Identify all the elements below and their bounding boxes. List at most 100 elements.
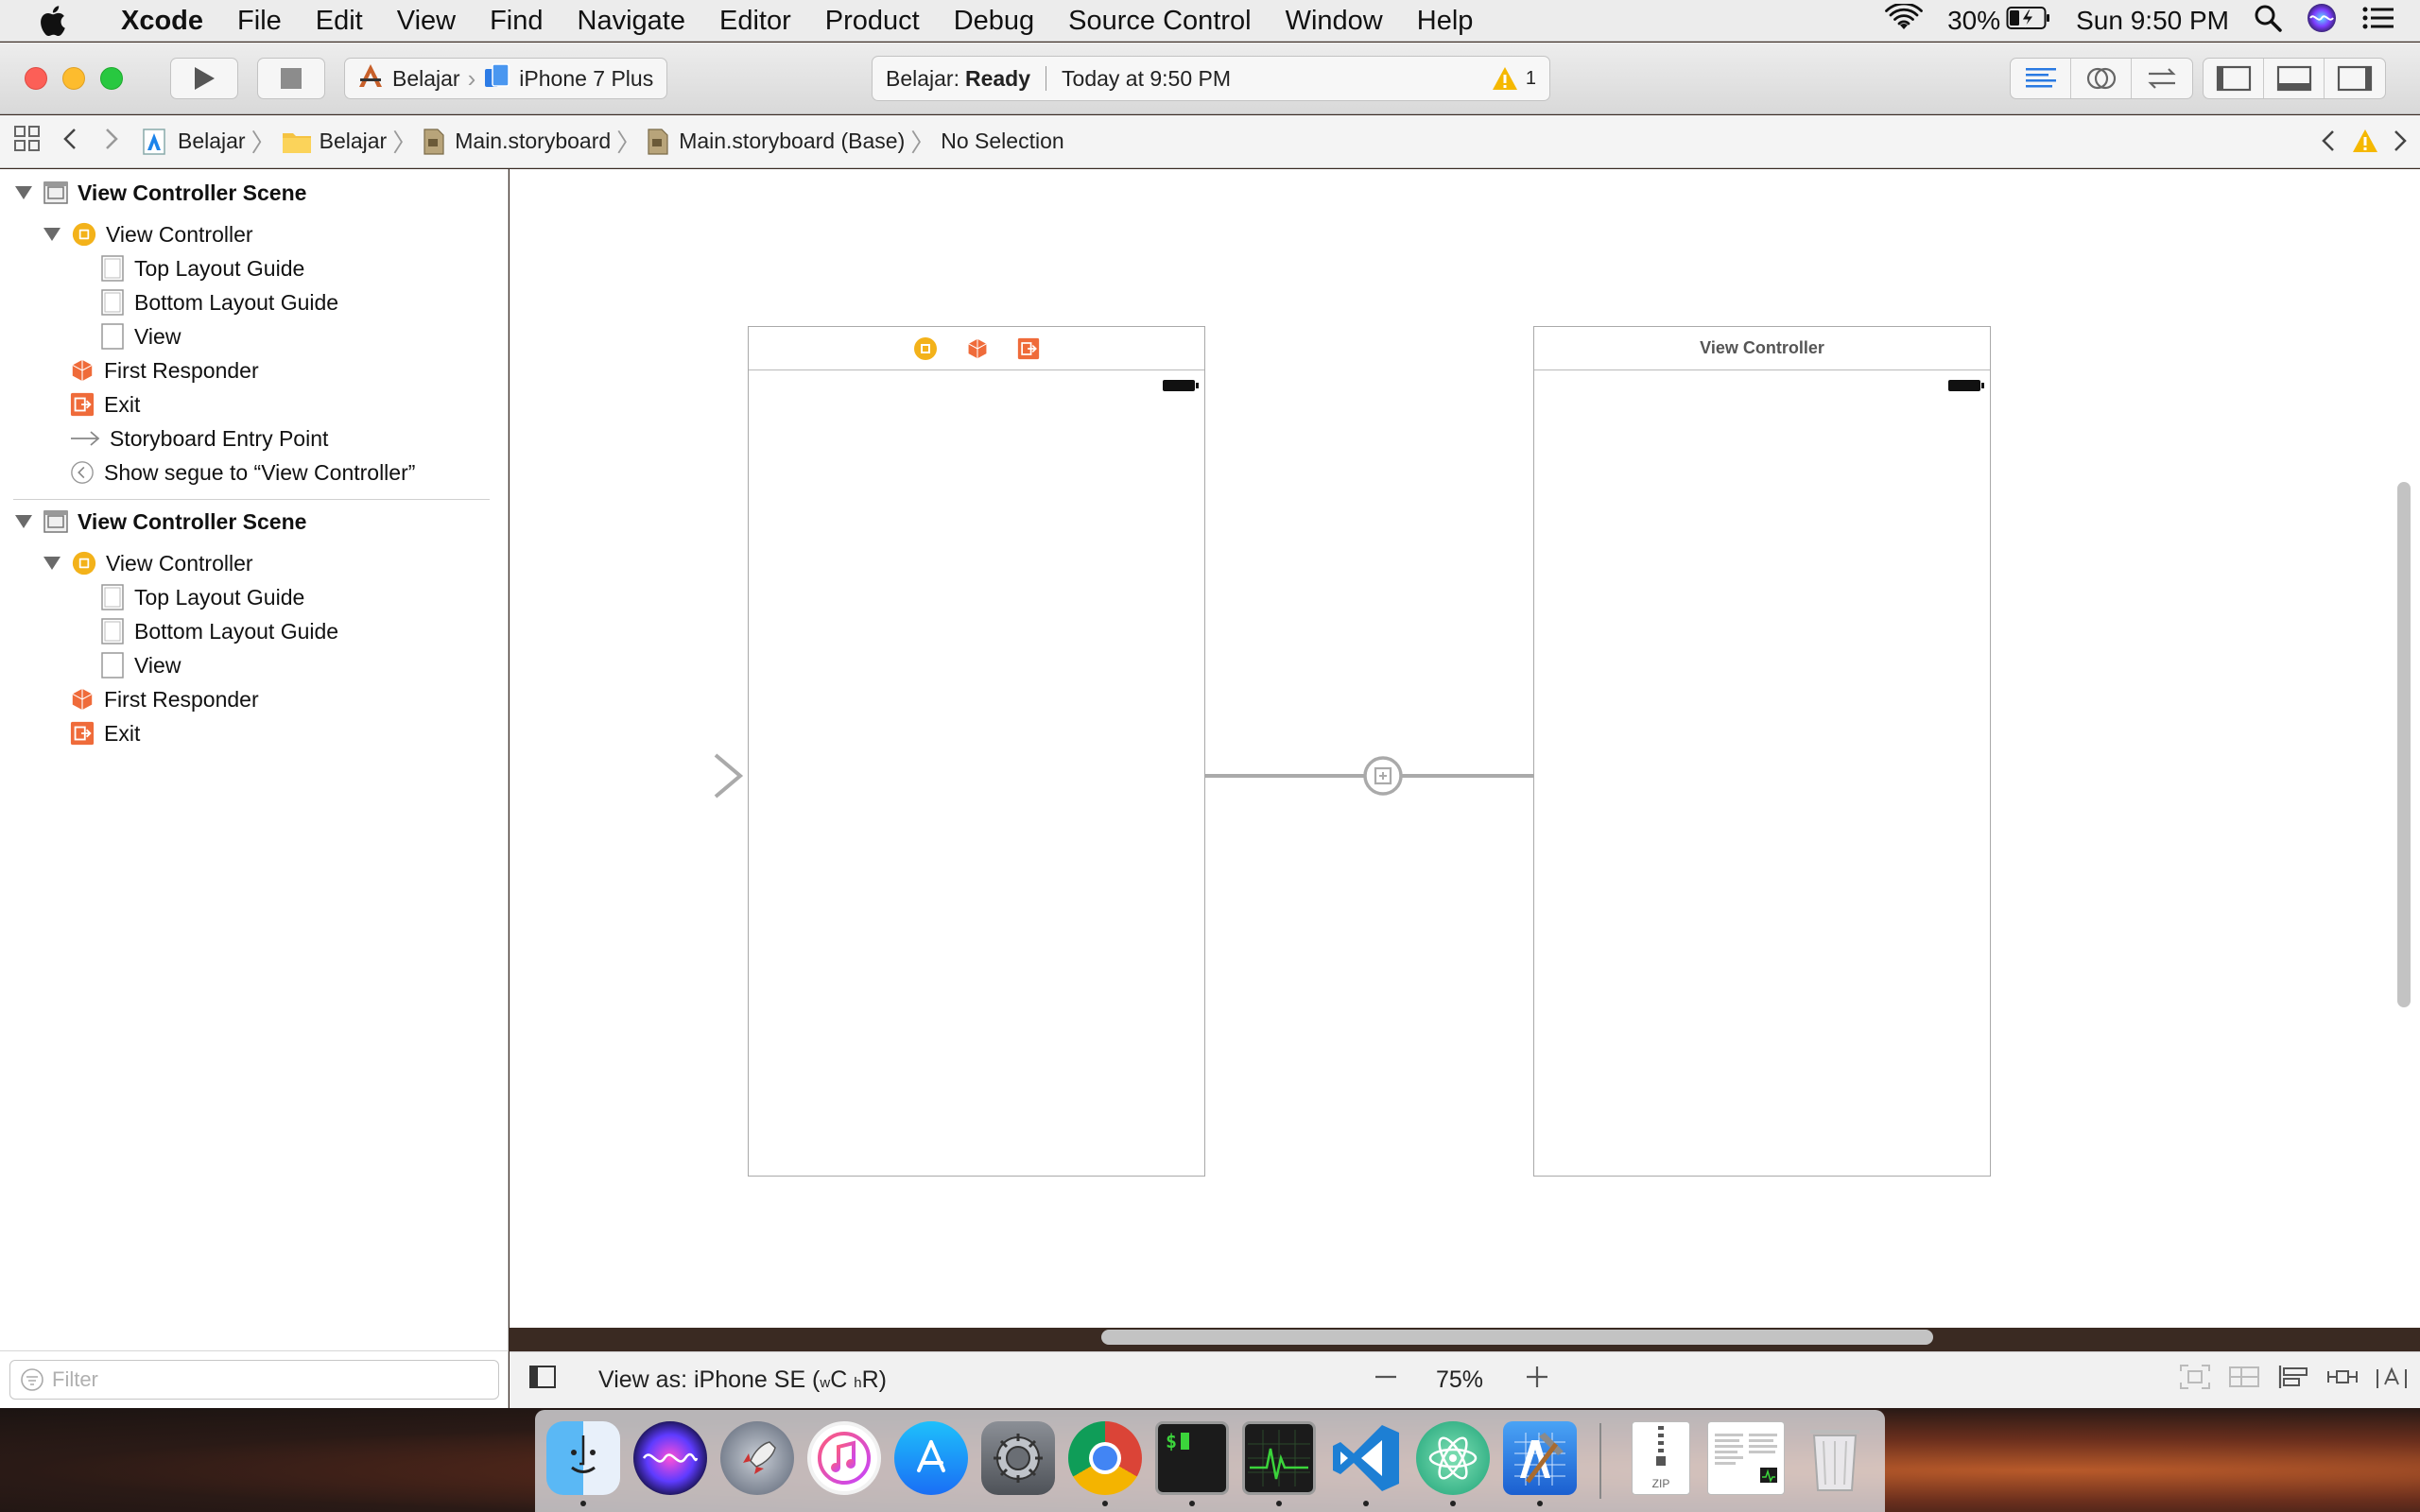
close-window-button[interactable] xyxy=(25,67,47,90)
view-controller-icon xyxy=(914,336,937,360)
outline-view-row[interactable]: View xyxy=(100,649,181,681)
archive-icon[interactable]: ZIP xyxy=(1632,1421,1690,1495)
pin-constraints-icon[interactable] xyxy=(2326,1364,2359,1397)
vscode-icon[interactable] xyxy=(1329,1421,1403,1495)
outline-entry-point-label: Storyboard Entry Point xyxy=(110,425,329,451)
disclosure-triangle-icon[interactable] xyxy=(43,228,60,241)
scene-icon xyxy=(43,509,68,534)
resolve-layout-issues-icon[interactable] xyxy=(2376,1364,2408,1397)
menu-view[interactable]: View xyxy=(380,0,473,42)
menu-file[interactable]: File xyxy=(220,0,299,42)
next-issue-arrow-icon[interactable] xyxy=(2392,129,2409,159)
warning-indicator[interactable]: 1 xyxy=(1492,66,1536,91)
vertical-scrollbar[interactable] xyxy=(2397,482,2411,1007)
disclosure-triangle-icon[interactable] xyxy=(43,557,60,570)
align-icon[interactable] xyxy=(2277,1364,2309,1397)
outline-entry-point-row[interactable]: Storyboard Entry Point xyxy=(70,422,328,455)
toggle-navigator-button[interactable] xyxy=(2204,59,2264,98)
horizontal-scrollbar[interactable] xyxy=(1101,1330,1933,1345)
previous-issue-arrow-icon[interactable] xyxy=(2320,129,2337,159)
apple-menu-icon[interactable] xyxy=(0,0,104,42)
menu-editor[interactable]: Editor xyxy=(702,0,808,42)
run-button[interactable] xyxy=(170,58,238,99)
standard-editor-button[interactable] xyxy=(2011,59,2071,98)
battery-charging-icon[interactable] xyxy=(2006,6,2051,36)
issue-warning-icon[interactable] xyxy=(2352,129,2378,159)
finder-icon[interactable] xyxy=(546,1421,620,1495)
related-items-grid-icon[interactable] xyxy=(13,125,42,159)
view-toggle-segmented-control xyxy=(2203,58,2386,99)
system-preferences-icon[interactable] xyxy=(981,1421,1055,1495)
siri-icon[interactable] xyxy=(633,1421,707,1495)
breadcrumb-storyboard-base[interactable]: Main.storyboard (Base) xyxy=(647,128,905,156)
assistant-editor-button[interactable] xyxy=(2071,59,2132,98)
outline-segue-row[interactable]: Show segue to “View Controller” xyxy=(70,456,415,489)
breadcrumb-project[interactable]: Belajar xyxy=(142,128,246,156)
wifi-icon[interactable] xyxy=(1885,2,1923,38)
xcode-icon[interactable] xyxy=(1503,1421,1577,1495)
zoom-out-icon[interactable] xyxy=(1374,1365,1398,1396)
launchpad-icon[interactable] xyxy=(720,1421,794,1495)
view-controller-scene-2[interactable]: View Controller xyxy=(1533,326,1991,1177)
notification-center-icon[interactable] xyxy=(2361,5,2395,37)
menu-debug[interactable]: Debug xyxy=(937,0,1051,42)
menu-app-name[interactable]: Xcode xyxy=(104,0,220,42)
zoom-level[interactable]: 75% xyxy=(1436,1366,1483,1394)
itunes-icon[interactable] xyxy=(807,1421,881,1495)
view-as-label[interactable]: View as: iPhone SE (wC hR) xyxy=(598,1366,887,1394)
document-icon[interactable] xyxy=(1707,1421,1785,1495)
menu-find[interactable]: Find xyxy=(473,0,560,42)
breadcrumb-storyboard[interactable]: Main.storyboard xyxy=(423,128,611,156)
outline-scene-row[interactable]: View Controller Scene xyxy=(15,506,306,538)
storyboard-canvas[interactable]: View Controller xyxy=(510,169,2420,1345)
toggle-debug-area-button[interactable] xyxy=(2264,59,2325,98)
scheme-selector[interactable]: Belajar › iPhone 7 Plus xyxy=(344,58,667,99)
stop-button[interactable] xyxy=(257,58,325,99)
menu-window[interactable]: Window xyxy=(1269,0,1400,42)
menu-edit[interactable]: Edit xyxy=(299,0,380,42)
outline-bottom-layout-guide-row[interactable]: Bottom Layout Guide xyxy=(100,615,338,647)
toggle-utilities-button[interactable] xyxy=(2325,59,2385,98)
outline-view-controller-row[interactable]: View Controller xyxy=(43,547,253,579)
outline-bottom-layout-guide-row[interactable]: Bottom Layout Guide xyxy=(100,286,338,318)
minimize-window-button[interactable] xyxy=(62,67,85,90)
atom-icon[interactable] xyxy=(1416,1421,1490,1495)
spotlight-search-icon[interactable] xyxy=(2254,4,2282,38)
outline-first-responder-row[interactable]: First Responder xyxy=(70,354,259,387)
outline-exit-row[interactable]: Exit xyxy=(70,717,140,749)
outline-view-controller-row[interactable]: View Controller xyxy=(43,218,253,250)
forward-arrow-icon[interactable] xyxy=(102,127,121,157)
outline-scene-title: View Controller Scene xyxy=(78,508,307,534)
disclosure-triangle-icon[interactable] xyxy=(15,515,32,528)
breadcrumb-folder[interactable]: Belajar xyxy=(282,129,387,154)
menu-navigate[interactable]: Navigate xyxy=(561,0,702,42)
outline-filter-field[interactable]: Filter xyxy=(9,1360,499,1400)
siri-icon[interactable] xyxy=(2307,3,2337,39)
entry-point-arrow[interactable] xyxy=(604,747,746,804)
stack-view-icon[interactable] xyxy=(2228,1364,2260,1397)
menu-source-control[interactable]: Source Control xyxy=(1051,0,1268,42)
menu-help[interactable]: Help xyxy=(1400,0,1491,42)
menubar-clock[interactable]: Sun 9:50 PM xyxy=(2076,6,2229,36)
app-store-icon[interactable] xyxy=(894,1421,968,1495)
version-editor-button[interactable] xyxy=(2132,59,2192,98)
breadcrumb-selection[interactable]: No Selection xyxy=(941,129,1063,154)
menu-product[interactable]: Product xyxy=(808,0,937,42)
activity-monitor-icon[interactable] xyxy=(1242,1421,1316,1495)
outline-scene-row[interactable]: View Controller Scene xyxy=(15,177,306,209)
outline-view-row[interactable]: View xyxy=(100,320,181,352)
outline-exit-row[interactable]: Exit xyxy=(70,388,140,421)
chrome-icon[interactable] xyxy=(1068,1421,1142,1495)
back-arrow-icon[interactable] xyxy=(60,127,79,157)
outline-top-layout-guide-row[interactable]: Top Layout Guide xyxy=(100,581,304,613)
outline-first-responder-row[interactable]: First Responder xyxy=(70,683,259,715)
outline-top-layout-guide-row[interactable]: Top Layout Guide xyxy=(100,252,304,284)
embed-in-icon[interactable] xyxy=(2179,1364,2211,1397)
zoom-window-button[interactable] xyxy=(100,67,123,90)
zoom-in-icon[interactable] xyxy=(1525,1365,1549,1396)
terminal-icon[interactable]: $ xyxy=(1155,1421,1229,1495)
trash-icon[interactable] xyxy=(1798,1421,1872,1495)
disclosure-triangle-icon[interactable] xyxy=(15,186,32,199)
toggle-outline-icon[interactable] xyxy=(528,1365,557,1396)
view-controller-scene-1[interactable] xyxy=(748,326,1205,1177)
